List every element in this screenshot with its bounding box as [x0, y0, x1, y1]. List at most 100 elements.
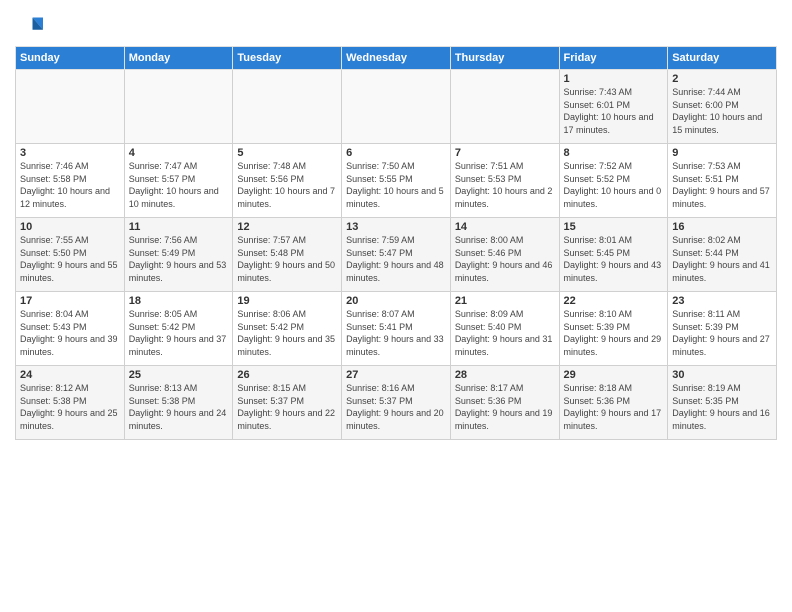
calendar-cell: 28Sunrise: 8:17 AM Sunset: 5:36 PM Dayli… [450, 366, 559, 440]
day-number: 16 [672, 221, 772, 233]
day-info: Sunrise: 7:46 AM Sunset: 5:58 PM Dayligh… [20, 160, 120, 210]
day-number: 24 [20, 369, 120, 381]
logo [15, 14, 45, 42]
day-number: 19 [237, 295, 337, 307]
col-header-monday: Monday [124, 47, 233, 70]
week-row-1: 1Sunrise: 7:43 AM Sunset: 6:01 PM Daylig… [16, 70, 777, 144]
day-info: Sunrise: 8:06 AM Sunset: 5:42 PM Dayligh… [237, 308, 337, 358]
day-info: Sunrise: 7:50 AM Sunset: 5:55 PM Dayligh… [346, 160, 446, 210]
day-number: 26 [237, 369, 337, 381]
col-header-saturday: Saturday [668, 47, 777, 70]
day-number: 18 [129, 295, 229, 307]
day-info: Sunrise: 8:01 AM Sunset: 5:45 PM Dayligh… [564, 234, 664, 284]
calendar-cell: 6Sunrise: 7:50 AM Sunset: 5:55 PM Daylig… [342, 144, 451, 218]
logo-icon [15, 14, 43, 42]
col-header-sunday: Sunday [16, 47, 125, 70]
day-number: 11 [129, 221, 229, 233]
calendar-cell: 10Sunrise: 7:55 AM Sunset: 5:50 PM Dayli… [16, 218, 125, 292]
calendar-cell: 8Sunrise: 7:52 AM Sunset: 5:52 PM Daylig… [559, 144, 668, 218]
day-number: 1 [564, 73, 664, 85]
calendar-cell: 12Sunrise: 7:57 AM Sunset: 5:48 PM Dayli… [233, 218, 342, 292]
day-number: 2 [672, 73, 772, 85]
day-info: Sunrise: 8:18 AM Sunset: 5:36 PM Dayligh… [564, 382, 664, 432]
week-row-4: 17Sunrise: 8:04 AM Sunset: 5:43 PM Dayli… [16, 292, 777, 366]
calendar-cell: 15Sunrise: 8:01 AM Sunset: 5:45 PM Dayli… [559, 218, 668, 292]
day-info: Sunrise: 7:56 AM Sunset: 5:49 PM Dayligh… [129, 234, 229, 284]
day-info: Sunrise: 7:48 AM Sunset: 5:56 PM Dayligh… [237, 160, 337, 210]
day-number: 13 [346, 221, 446, 233]
day-number: 22 [564, 295, 664, 307]
calendar-cell: 27Sunrise: 8:16 AM Sunset: 5:37 PM Dayli… [342, 366, 451, 440]
week-row-5: 24Sunrise: 8:12 AM Sunset: 5:38 PM Dayli… [16, 366, 777, 440]
day-number: 8 [564, 147, 664, 159]
day-info: Sunrise: 8:09 AM Sunset: 5:40 PM Dayligh… [455, 308, 555, 358]
day-info: Sunrise: 7:57 AM Sunset: 5:48 PM Dayligh… [237, 234, 337, 284]
calendar-cell: 19Sunrise: 8:06 AM Sunset: 5:42 PM Dayli… [233, 292, 342, 366]
day-number: 25 [129, 369, 229, 381]
calendar-cell: 3Sunrise: 7:46 AM Sunset: 5:58 PM Daylig… [16, 144, 125, 218]
day-info: Sunrise: 7:55 AM Sunset: 5:50 PM Dayligh… [20, 234, 120, 284]
calendar-cell: 5Sunrise: 7:48 AM Sunset: 5:56 PM Daylig… [233, 144, 342, 218]
col-header-tuesday: Tuesday [233, 47, 342, 70]
day-info: Sunrise: 8:17 AM Sunset: 5:36 PM Dayligh… [455, 382, 555, 432]
calendar-cell [124, 70, 233, 144]
day-number: 29 [564, 369, 664, 381]
calendar-cell: 21Sunrise: 8:09 AM Sunset: 5:40 PM Dayli… [450, 292, 559, 366]
day-number: 23 [672, 295, 772, 307]
day-number: 3 [20, 147, 120, 159]
day-info: Sunrise: 7:47 AM Sunset: 5:57 PM Dayligh… [129, 160, 229, 210]
day-number: 15 [564, 221, 664, 233]
calendar-cell: 26Sunrise: 8:15 AM Sunset: 5:37 PM Dayli… [233, 366, 342, 440]
calendar-cell: 16Sunrise: 8:02 AM Sunset: 5:44 PM Dayli… [668, 218, 777, 292]
calendar-cell: 1Sunrise: 7:43 AM Sunset: 6:01 PM Daylig… [559, 70, 668, 144]
calendar-cell [342, 70, 451, 144]
day-number: 27 [346, 369, 446, 381]
calendar-cell: 18Sunrise: 8:05 AM Sunset: 5:42 PM Dayli… [124, 292, 233, 366]
day-number: 6 [346, 147, 446, 159]
calendar-table: SundayMondayTuesdayWednesdayThursdayFrid… [15, 46, 777, 440]
calendar-cell: 24Sunrise: 8:12 AM Sunset: 5:38 PM Dayli… [16, 366, 125, 440]
day-info: Sunrise: 8:02 AM Sunset: 5:44 PM Dayligh… [672, 234, 772, 284]
header [15, 10, 777, 42]
calendar-cell: 23Sunrise: 8:11 AM Sunset: 5:39 PM Dayli… [668, 292, 777, 366]
calendar-cell: 2Sunrise: 7:44 AM Sunset: 6:00 PM Daylig… [668, 70, 777, 144]
day-info: Sunrise: 8:16 AM Sunset: 5:37 PM Dayligh… [346, 382, 446, 432]
day-info: Sunrise: 8:12 AM Sunset: 5:38 PM Dayligh… [20, 382, 120, 432]
day-info: Sunrise: 7:43 AM Sunset: 6:01 PM Dayligh… [564, 86, 664, 136]
day-info: Sunrise: 8:07 AM Sunset: 5:41 PM Dayligh… [346, 308, 446, 358]
day-number: 9 [672, 147, 772, 159]
calendar-cell: 7Sunrise: 7:51 AM Sunset: 5:53 PM Daylig… [450, 144, 559, 218]
day-info: Sunrise: 7:52 AM Sunset: 5:52 PM Dayligh… [564, 160, 664, 210]
day-number: 10 [20, 221, 120, 233]
day-number: 20 [346, 295, 446, 307]
day-info: Sunrise: 7:44 AM Sunset: 6:00 PM Dayligh… [672, 86, 772, 136]
week-row-2: 3Sunrise: 7:46 AM Sunset: 5:58 PM Daylig… [16, 144, 777, 218]
day-number: 7 [455, 147, 555, 159]
week-row-3: 10Sunrise: 7:55 AM Sunset: 5:50 PM Dayli… [16, 218, 777, 292]
day-info: Sunrise: 7:51 AM Sunset: 5:53 PM Dayligh… [455, 160, 555, 210]
calendar-cell: 9Sunrise: 7:53 AM Sunset: 5:51 PM Daylig… [668, 144, 777, 218]
calendar-cell [233, 70, 342, 144]
day-number: 21 [455, 295, 555, 307]
col-header-friday: Friday [559, 47, 668, 70]
calendar-cell: 11Sunrise: 7:56 AM Sunset: 5:49 PM Dayli… [124, 218, 233, 292]
day-info: Sunrise: 8:04 AM Sunset: 5:43 PM Dayligh… [20, 308, 120, 358]
day-info: Sunrise: 7:59 AM Sunset: 5:47 PM Dayligh… [346, 234, 446, 284]
day-number: 30 [672, 369, 772, 381]
calendar-cell: 4Sunrise: 7:47 AM Sunset: 5:57 PM Daylig… [124, 144, 233, 218]
calendar-cell: 20Sunrise: 8:07 AM Sunset: 5:41 PM Dayli… [342, 292, 451, 366]
day-info: Sunrise: 8:15 AM Sunset: 5:37 PM Dayligh… [237, 382, 337, 432]
day-info: Sunrise: 8:05 AM Sunset: 5:42 PM Dayligh… [129, 308, 229, 358]
day-info: Sunrise: 8:10 AM Sunset: 5:39 PM Dayligh… [564, 308, 664, 358]
calendar-cell: 29Sunrise: 8:18 AM Sunset: 5:36 PM Dayli… [559, 366, 668, 440]
calendar-cell: 25Sunrise: 8:13 AM Sunset: 5:38 PM Dayli… [124, 366, 233, 440]
calendar-cell: 13Sunrise: 7:59 AM Sunset: 5:47 PM Dayli… [342, 218, 451, 292]
calendar-cell: 22Sunrise: 8:10 AM Sunset: 5:39 PM Dayli… [559, 292, 668, 366]
calendar-cell: 14Sunrise: 8:00 AM Sunset: 5:46 PM Dayli… [450, 218, 559, 292]
day-number: 17 [20, 295, 120, 307]
day-info: Sunrise: 8:00 AM Sunset: 5:46 PM Dayligh… [455, 234, 555, 284]
day-info: Sunrise: 8:13 AM Sunset: 5:38 PM Dayligh… [129, 382, 229, 432]
day-number: 14 [455, 221, 555, 233]
day-number: 28 [455, 369, 555, 381]
calendar-cell: 17Sunrise: 8:04 AM Sunset: 5:43 PM Dayli… [16, 292, 125, 366]
